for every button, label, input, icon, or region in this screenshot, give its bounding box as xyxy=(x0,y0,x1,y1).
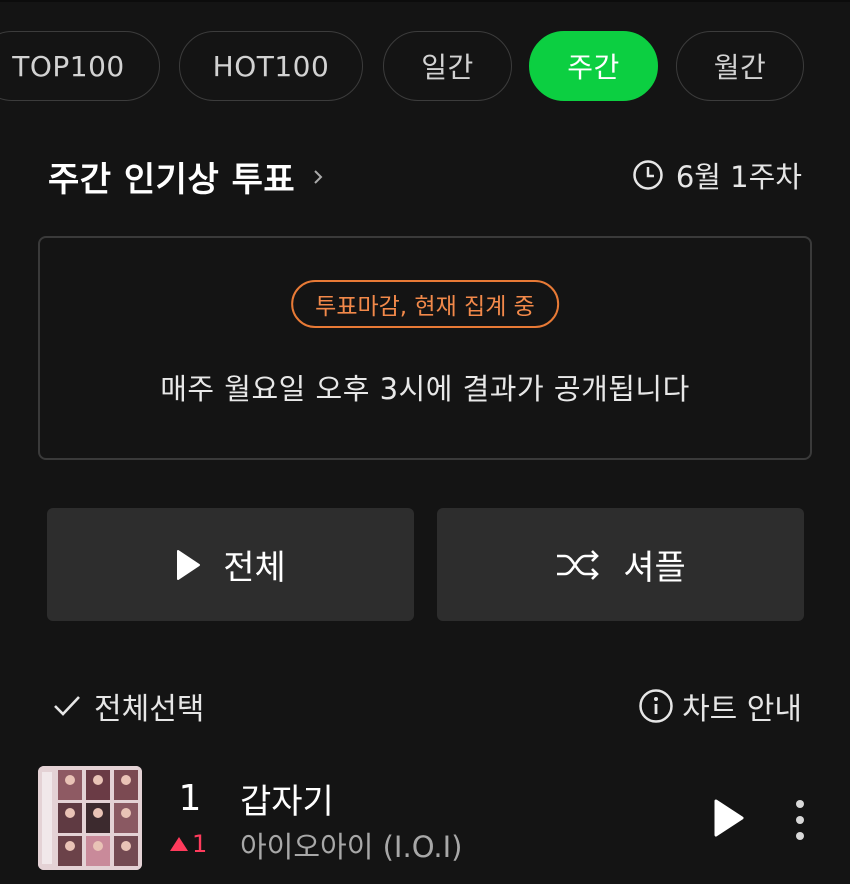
chart-guide-button[interactable]: 차트 안내 xyxy=(638,684,802,728)
notice-text: 매주 월요일 오후 3시에 결과가 공개됩니다 xyxy=(160,372,690,406)
song-title[interactable]: 갑자기 xyxy=(240,774,334,823)
play-icon[interactable] xyxy=(708,796,748,840)
shuffle-button[interactable]: 셔플 xyxy=(437,508,804,621)
select-all-label: 전체선택 xyxy=(94,692,205,727)
tab-monthly[interactable]: 월간 xyxy=(676,31,804,101)
chevron-right-icon xyxy=(314,169,323,184)
table-row[interactable]: 1 1 갑자기 아이오아이 (I.O.I) xyxy=(0,766,850,884)
rank-up-icon xyxy=(170,837,188,851)
section-header: 주간 인기상 투표 6월 1주차 xyxy=(48,148,802,204)
play-icon xyxy=(175,549,201,581)
shuffle-icon xyxy=(555,549,601,581)
info-icon xyxy=(639,689,673,723)
page-title: 주간 인기상 투표 xyxy=(48,160,296,200)
select-all-toggle[interactable]: 전체선택 xyxy=(52,684,204,728)
status-badge: 투표마감, 현재 집계 중 xyxy=(291,280,559,328)
artist-name[interactable]: 아이오아이 (I.O.I) xyxy=(240,824,462,866)
album-cover[interactable] xyxy=(38,766,142,870)
rank-change-value: 1 xyxy=(192,830,208,858)
vote-notice-box: 투표마감, 현재 집계 중 매주 월요일 오후 3시에 결과가 공개됩니다 xyxy=(38,236,812,460)
tab-weekly[interactable]: 주간 xyxy=(529,31,658,101)
check-icon xyxy=(54,696,80,716)
shuffle-label: 셔플 xyxy=(623,548,686,588)
top-edge xyxy=(0,0,850,2)
chart-guide-label: 차트 안내 xyxy=(682,692,802,727)
rank-change: 1 xyxy=(170,830,207,858)
week-indicator: 6월 1주차 xyxy=(632,154,802,196)
more-vertical-icon[interactable] xyxy=(786,796,814,844)
tab-daily[interactable]: 일간 xyxy=(383,31,512,101)
play-all-button[interactable]: 전체 xyxy=(47,508,414,621)
play-all-label: 전체 xyxy=(223,548,286,588)
clock-icon xyxy=(633,160,663,190)
tab-hot100[interactable]: HOT100 xyxy=(179,31,363,101)
rank-number: 1 xyxy=(178,778,202,819)
week-label: 6월 1주차 xyxy=(675,160,802,194)
weekly-vote-link[interactable]: 주간 인기상 투표 xyxy=(48,152,325,201)
tab-top100[interactable]: TOP100 xyxy=(0,31,160,101)
